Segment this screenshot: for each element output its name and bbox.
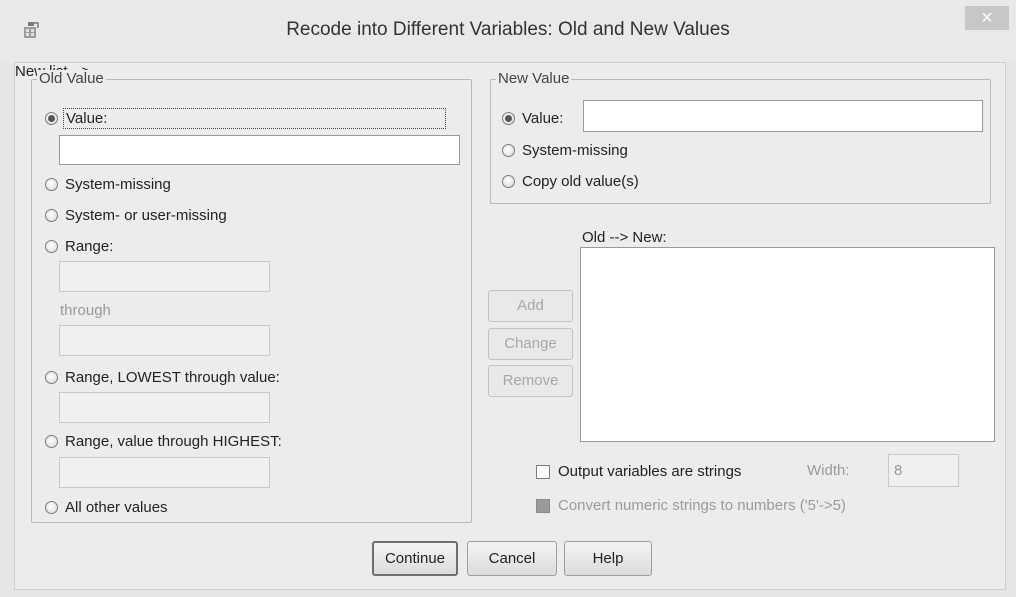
old-range-label: Range: bbox=[65, 238, 114, 255]
range-highest-input[interactable] bbox=[59, 457, 270, 488]
radio-icon bbox=[45, 435, 58, 448]
change-button[interactable]: Change bbox=[488, 328, 573, 360]
new-value-group: New Value Value: System-missing Copy old… bbox=[490, 70, 991, 204]
radio-icon bbox=[502, 112, 515, 125]
remove-button[interactable]: Remove bbox=[488, 365, 573, 397]
convert-numeric-label: Convert numeric strings to numbers ('5'-… bbox=[558, 497, 846, 514]
output-strings-label: Output variables are strings bbox=[558, 463, 742, 480]
old-system-missing-radio[interactable]: System-missing bbox=[45, 176, 171, 193]
range-to-input[interactable] bbox=[59, 325, 270, 356]
radio-icon bbox=[45, 240, 58, 253]
radio-icon bbox=[502, 175, 515, 188]
old-value-radio[interactable]: Value: bbox=[45, 108, 446, 129]
range-lowest-radio[interactable]: Range, LOWEST through value: bbox=[45, 369, 280, 386]
title-bar: Recode into Different Variables: Old and… bbox=[0, 0, 1016, 62]
continue-button[interactable]: Continue bbox=[372, 541, 458, 576]
new-system-missing-radio[interactable]: System-missing bbox=[502, 142, 628, 159]
convert-numeric-checkbox-row[interactable]: Convert numeric strings to numbers ('5'-… bbox=[536, 497, 846, 514]
range-lowest-label: Range, LOWEST through value: bbox=[65, 369, 280, 386]
output-strings-checkbox-row[interactable]: Output variables are strings bbox=[536, 463, 741, 480]
through-label: through bbox=[60, 302, 111, 319]
range-highest-radio[interactable]: Range, value through HIGHEST: bbox=[45, 433, 282, 450]
all-other-values-label: All other values bbox=[65, 499, 168, 516]
all-other-values-radio[interactable]: All other values bbox=[45, 499, 168, 516]
dialog-title: Recode into Different Variables: Old and… bbox=[286, 19, 730, 40]
cancel-button[interactable]: Cancel bbox=[467, 541, 557, 576]
old-system-missing-label: System-missing bbox=[65, 176, 171, 193]
help-button[interactable]: Help bbox=[564, 541, 652, 576]
old-sys-user-missing-radio[interactable]: System- or user-missing bbox=[45, 207, 227, 224]
old-value-input[interactable] bbox=[59, 135, 460, 165]
old-value-group: Old Value Value: System-missing System- … bbox=[31, 70, 472, 523]
old-value-label: Value: bbox=[63, 108, 446, 129]
old-new-list-label: Old --> New: bbox=[582, 229, 667, 246]
old-range-radio[interactable]: Range: bbox=[45, 238, 113, 255]
radio-icon bbox=[45, 112, 58, 125]
radio-icon bbox=[45, 501, 58, 514]
new-value-legend: New Value bbox=[496, 70, 572, 87]
radio-icon bbox=[45, 371, 58, 384]
close-button[interactable]: × bbox=[965, 6, 1009, 30]
output-strings-checkbox[interactable] bbox=[536, 464, 550, 479]
old-value-legend: Old Value bbox=[37, 70, 106, 87]
copy-old-values-label: Copy old value(s) bbox=[522, 173, 639, 190]
radio-icon bbox=[502, 144, 515, 157]
convert-numeric-checkbox[interactable] bbox=[536, 498, 550, 513]
radio-icon bbox=[45, 178, 58, 191]
width-input[interactable] bbox=[888, 454, 959, 487]
range-from-input[interactable] bbox=[59, 261, 270, 292]
new-system-missing-label: System-missing bbox=[522, 142, 628, 159]
range-lowest-input[interactable] bbox=[59, 392, 270, 423]
old-new-listbox[interactable] bbox=[580, 247, 995, 442]
new-value-input[interactable] bbox=[583, 100, 983, 132]
new-value-label: Value: bbox=[522, 110, 564, 127]
width-label: Width: bbox=[807, 462, 850, 479]
dialog-body: Old Value Value: System-missing System- … bbox=[14, 62, 1006, 590]
copy-old-values-radio[interactable]: Copy old value(s) bbox=[502, 173, 639, 190]
range-highest-label: Range, value through HIGHEST: bbox=[65, 433, 282, 450]
new-value-radio[interactable]: Value: bbox=[502, 110, 563, 127]
old-sys-user-missing-label: System- or user-missing bbox=[65, 207, 227, 224]
add-button[interactable]: Add bbox=[488, 290, 573, 322]
radio-icon bbox=[45, 209, 58, 222]
